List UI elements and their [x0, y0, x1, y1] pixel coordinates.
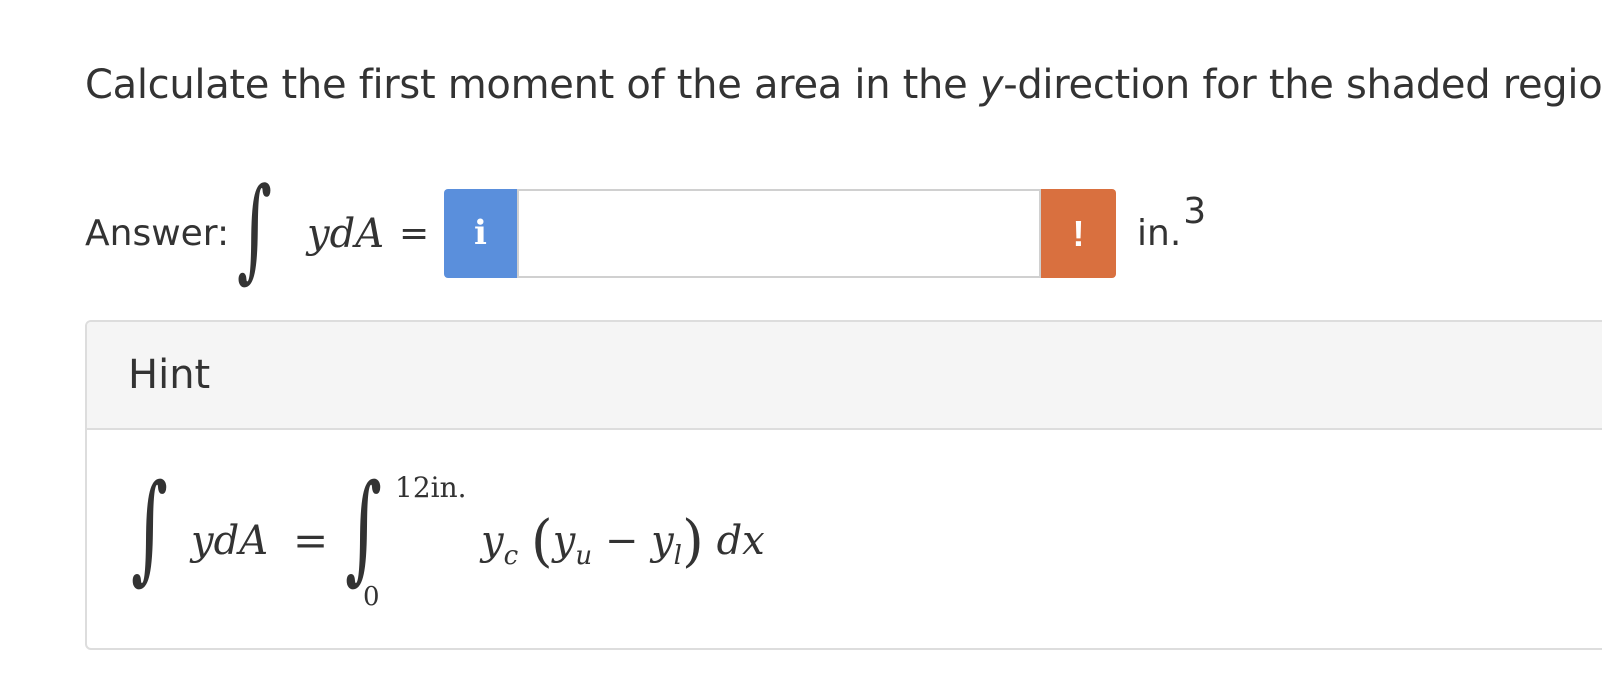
answer-integral-symbol: ∫ [237, 164, 273, 294]
hint-yc-subscript: c [503, 541, 519, 571]
hint-yl-subscript: l [673, 541, 682, 571]
answer-row: Answer: ∫ ydA = i ! in.3 [85, 164, 1285, 294]
hint-dx: dx [716, 518, 765, 564]
hint-panel: Hint ∫ ydA = ∫ 12in. 0 yc (yu − yl) dx [85, 320, 1602, 650]
answer-integrand: ydA [307, 211, 385, 257]
hint-yl: y [651, 518, 674, 564]
hint-minus: − [592, 518, 652, 564]
answer-unit: in.3 [1137, 191, 1206, 256]
hint-upper-limit: 12in. [395, 471, 467, 504]
hint-rhs-integral-symbol: ∫ [345, 458, 382, 596]
question-text: Calculate the first moment of the area i… [85, 56, 1602, 114]
answer-equals: = [399, 213, 430, 254]
unit-text: in. [1137, 213, 1182, 254]
question-text-part-1: Calculate the first moment of the area i… [85, 62, 980, 108]
hint-close-paren: ) [682, 509, 704, 574]
answer-label: Answer: [85, 213, 230, 254]
hint-open-paren: ( [530, 509, 553, 574]
hint-yc: y [481, 518, 504, 564]
question-text-part-2: -direction for the shaded region. [1003, 62, 1602, 108]
hint-lhs-expression: ydA [191, 518, 269, 564]
hint-lhs-integral-symbol: ∫ [131, 458, 168, 596]
hint-equals: = [293, 516, 329, 565]
info-icon[interactable]: i [444, 189, 517, 278]
hint-body: ∫ ydA = ∫ 12in. 0 yc (yu − yl) dx [87, 430, 1602, 648]
hint-integrand: yc (yu − yl) dx [481, 514, 765, 580]
unit-exponent: 3 [1183, 191, 1207, 232]
hint-yu: y [552, 518, 576, 564]
answer-input[interactable] [517, 189, 1041, 278]
hint-title: Hint [128, 352, 211, 398]
hint-yu-subscript: u [575, 541, 593, 571]
hint-lower-limit: 0 [363, 582, 380, 612]
warning-icon[interactable]: ! [1041, 189, 1116, 278]
hint-header[interactable]: Hint [87, 322, 1602, 430]
question-variable: y [979, 62, 1004, 108]
